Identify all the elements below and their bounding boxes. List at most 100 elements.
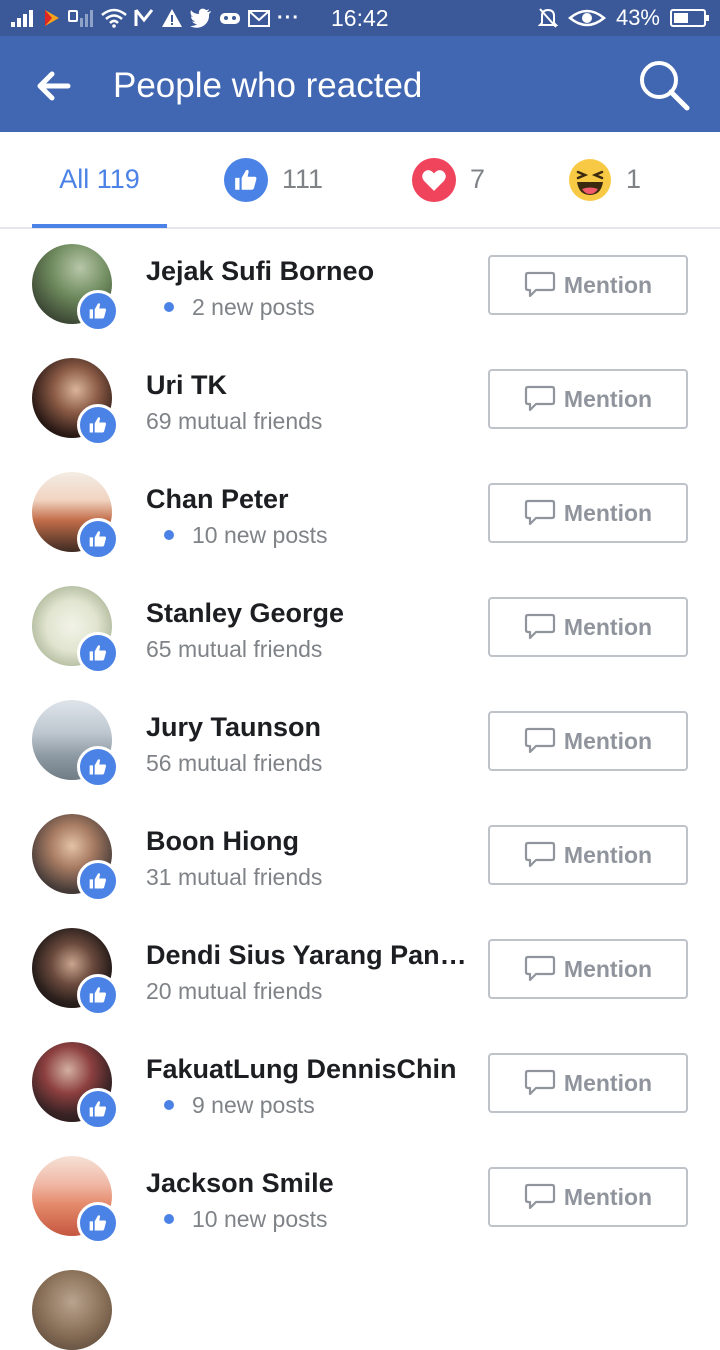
person-name[interactable]: Boon Hiong [146, 824, 468, 858]
thumbs-up-icon [89, 1101, 106, 1117]
mention-label: Mention [563, 1183, 653, 1210]
mention-label: Mention [563, 271, 653, 298]
avatar-wrap [32, 472, 119, 560]
mention-button[interactable]: Mention [488, 939, 688, 999]
person-subtitle: 31 mutual friends [146, 864, 323, 890]
tab-haha[interactable]: 1 [568, 132, 641, 227]
page-title: People who reacted [113, 66, 423, 105]
like-badge [77, 860, 119, 902]
avatar-wrap [32, 928, 119, 1016]
thumbs-up-icon [89, 1215, 106, 1231]
subtitle-text: 9 new posts [192, 1092, 315, 1118]
like-badge [77, 974, 119, 1016]
comment-icon [524, 1069, 556, 1096]
avatar-wrap [32, 1042, 119, 1130]
list-item[interactable]: Jackson Smile 10 new posts Mention [0, 1140, 720, 1254]
list-item[interactable]: Jejak Sufi Borneo 2 new posts Mention [0, 228, 720, 342]
signal-icon [11, 10, 33, 27]
subtitle-text: 10 new posts [192, 1206, 328, 1232]
mention-button[interactable]: Mention [488, 1053, 688, 1113]
mention-label: Mention [563, 499, 653, 526]
mention-button[interactable]: Mention [488, 1167, 688, 1227]
love-count: 7 [470, 164, 486, 194]
list-item-partial[interactable] [0, 1254, 720, 1350]
like-reaction-icon [224, 157, 268, 202]
like-badge [77, 632, 119, 674]
avatar-wrap [32, 1156, 119, 1244]
mention-button[interactable]: Mention [488, 369, 688, 429]
thumbs-up-icon [89, 759, 106, 775]
new-posts-dot [164, 1100, 174, 1111]
person-name[interactable]: Jackson Smile [146, 1166, 468, 1200]
list-item[interactable]: Uri TK 69 mutual friends Mention [0, 342, 720, 456]
like-badge [77, 1088, 119, 1130]
comment-icon [524, 385, 556, 412]
person-name[interactable]: Stanley George [146, 596, 468, 630]
gmail-icon [248, 10, 270, 27]
person-subtitle: 69 mutual friends [146, 408, 323, 434]
thumbs-up-icon [89, 645, 106, 661]
avatar-wrap [32, 586, 119, 674]
mention-label: Mention [563, 727, 653, 754]
twitter-icon [190, 8, 211, 28]
heart-icon [422, 169, 446, 191]
person-name[interactable]: Jejak Sufi Borneo [146, 254, 468, 288]
tab-all[interactable]: All 119 [32, 132, 167, 228]
mention-button[interactable]: Mention [488, 255, 688, 315]
list-item[interactable]: Stanley George 65 mutual friends Mention [0, 570, 720, 684]
avatar-wrap [32, 700, 119, 788]
search-button[interactable] [637, 58, 691, 112]
list-item[interactable]: Chan Peter 10 new posts Mention [0, 456, 720, 570]
battery-percent: 43% [615, 5, 660, 30]
mention-label: Mention [563, 385, 653, 412]
game-controller-icon [220, 13, 240, 24]
subtitle-text: 2 new posts [192, 294, 315, 320]
status-bar: ··· 16:42 43% [0, 0, 720, 36]
tab-love[interactable]: 7 [412, 132, 485, 227]
back-button[interactable] [34, 66, 74, 106]
comment-icon [524, 499, 556, 526]
avatar-wrap [32, 814, 119, 902]
person-name[interactable]: Dendi Sius Yarang Pang... [146, 938, 468, 972]
comment-icon [524, 727, 556, 754]
mention-button[interactable]: Mention [488, 711, 688, 771]
mention-label: Mention [563, 955, 653, 982]
app-bar: People who reacted [0, 36, 720, 132]
new-posts-dot [164, 1214, 174, 1225]
list-item[interactable]: Dendi Sius Yarang Pang... 20 mutual frie… [0, 912, 720, 1026]
app-notification-icon [45, 10, 59, 26]
thumbs-up-icon [89, 873, 106, 889]
list-item[interactable]: Boon Hiong 31 mutual friends Mention [0, 798, 720, 912]
back-arrow-icon [37, 71, 71, 101]
tab-like[interactable]: 111 [224, 132, 323, 227]
wifi-icon [101, 8, 127, 28]
signal-off-icon [68, 10, 93, 27]
like-badge [77, 404, 119, 446]
mention-label: Mention [563, 613, 653, 640]
list-item[interactable]: FakuatLung DennisChin 9 new posts Mentio… [0, 1026, 720, 1140]
person-name[interactable]: FakuatLung DennisChin [146, 1052, 468, 1086]
like-badge [77, 1202, 119, 1244]
person-name[interactable]: Chan Peter [146, 482, 468, 516]
mention-button[interactable]: Mention [488, 597, 688, 657]
list-item[interactable]: Jury Taunson 56 mutual friends Mention [0, 684, 720, 798]
person-subtitle: 10 new posts [146, 1204, 468, 1234]
comment-icon [524, 271, 556, 298]
comment-icon [524, 955, 556, 982]
subtitle-text: 10 new posts [192, 522, 328, 548]
comment-icon [524, 841, 556, 868]
comment-icon [524, 613, 556, 640]
person-name[interactable]: Uri TK [146, 368, 468, 402]
status-icons-right: 43% [537, 5, 710, 31]
like-badge [77, 290, 119, 332]
like-count: 111 [282, 164, 324, 194]
mention-button[interactable]: Mention [488, 483, 688, 543]
battery-icon [670, 9, 709, 27]
person-subtitle: 65 mutual friends [146, 636, 323, 662]
mute-bell-icon [537, 8, 558, 28]
person-name[interactable]: Jury Taunson [146, 710, 468, 744]
reaction-tabs: All 119 111 7 1 [0, 132, 720, 229]
mention-button[interactable]: Mention [488, 825, 688, 885]
love-reaction-icon [412, 157, 456, 202]
reactors-list: Jejak Sufi Borneo 2 new posts Mention Ur… [0, 228, 720, 1350]
